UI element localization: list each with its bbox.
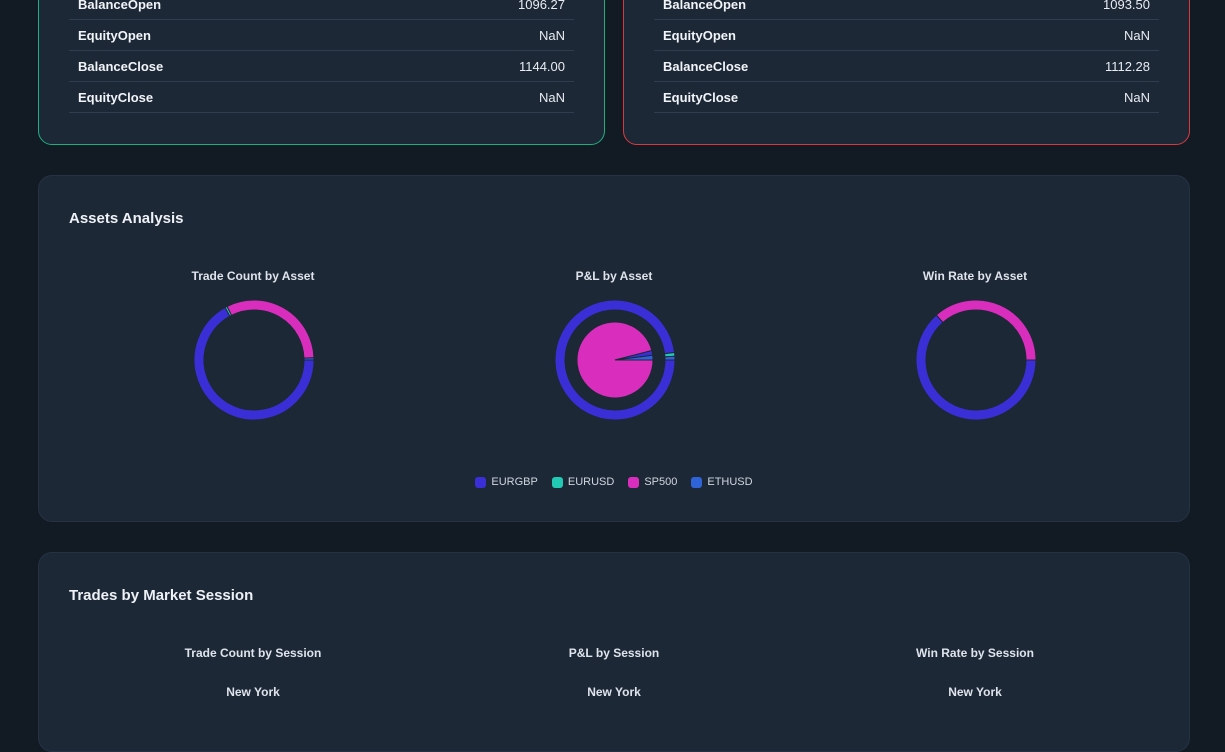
- row-label: EquityClose: [663, 89, 739, 105]
- legend-item-eurusd[interactable]: EURUSD: [551, 476, 615, 488]
- chart-title: Win Rate by Asset: [922, 269, 1028, 283]
- row-value: 1093.50: [1103, 0, 1150, 12]
- row-label: BalanceClose: [663, 58, 749, 74]
- session-label: New York: [948, 685, 1002, 699]
- trade-count-donut[interactable]: [193, 299, 315, 421]
- account-table-right: BalanceOpen 1093.50 EquityOpen NaN Balan…: [654, 0, 1159, 113]
- legend-item-ethusd[interactable]: ETHUSD: [691, 476, 753, 488]
- legend-swatch: [628, 476, 640, 488]
- row-label: BalanceOpen: [663, 0, 747, 12]
- legend-item-eurgbp[interactable]: EURGBP: [475, 476, 538, 488]
- section-title: Assets Analysis: [69, 210, 184, 227]
- legend-label: ETHUSD: [707, 476, 753, 488]
- account-table-left: BalanceOpen 1096.27 EquityOpen NaN Balan…: [69, 0, 574, 113]
- table-row: BalanceOpen 1096.27: [69, 0, 574, 20]
- market-session-card: Trades by Market Session Trade Count by …: [38, 552, 1190, 752]
- chart-title: Trade Count by Session: [184, 646, 322, 660]
- row-value: NaN: [538, 27, 565, 43]
- session-label: New York: [587, 685, 641, 699]
- table-row: EquityOpen NaN: [69, 20, 574, 51]
- table-row: BalanceOpen 1093.50: [654, 0, 1159, 20]
- row-value: 1144.00: [518, 58, 565, 74]
- legend-swatch: [551, 476, 563, 488]
- slice-sp500[interactable]: [226, 299, 315, 359]
- row-value: NaN: [1123, 27, 1150, 43]
- legend-item-sp500[interactable]: SP500: [628, 476, 677, 488]
- row-label: EquityOpen: [663, 27, 736, 43]
- chart-title: Win Rate by Session: [916, 646, 1034, 660]
- row-label: EquityClose: [78, 89, 154, 105]
- legend-label: SP500: [644, 476, 678, 488]
- slice-sp500[interactable]: [935, 299, 1037, 361]
- slice-ethusd[interactable]: [664, 355, 676, 361]
- legend-swatch: [475, 476, 487, 488]
- row-value: NaN: [538, 89, 565, 105]
- table-row: BalanceClose 1112.28: [654, 51, 1159, 82]
- assets-analysis-card: Assets Analysis Trade Count by Asset P&L…: [38, 175, 1190, 522]
- table-row: EquityOpen NaN: [654, 20, 1159, 51]
- chart-title: P&L by Asset: [575, 269, 653, 283]
- row-label: BalanceClose: [78, 58, 164, 74]
- pnl-donut[interactable]: [554, 299, 676, 421]
- row-label: BalanceOpen: [78, 0, 162, 12]
- table-row: BalanceClose 1144.00: [69, 51, 574, 82]
- row-value: 1112.28: [1104, 58, 1150, 74]
- row-value: NaN: [1123, 89, 1150, 105]
- chart-title: Trade Count by Asset: [191, 269, 315, 283]
- row-value: 1096.27: [518, 0, 565, 12]
- legend-label: EURUSD: [567, 476, 615, 488]
- slice-ethusd[interactable]: [303, 357, 315, 361]
- row-label: EquityOpen: [78, 27, 151, 43]
- account-card-left: BalanceOpen 1096.27 EquityOpen NaN Balan…: [38, 0, 605, 145]
- win-rate-donut[interactable]: [915, 299, 1037, 421]
- legend-swatch: [691, 476, 703, 488]
- account-card-right: BalanceOpen 1093.50 EquityOpen NaN Balan…: [623, 0, 1190, 145]
- legend-label: EURGBP: [491, 476, 538, 488]
- chart-title: P&L by Session: [568, 646, 660, 660]
- session-label: New York: [226, 685, 280, 699]
- table-row: EquityClose NaN: [654, 82, 1159, 113]
- section-title: Trades by Market Session: [69, 587, 254, 604]
- table-row: EquityClose NaN: [69, 82, 574, 113]
- chart-legend: EURGBP EURUSD SP500 ETHUSD: [39, 476, 1189, 488]
